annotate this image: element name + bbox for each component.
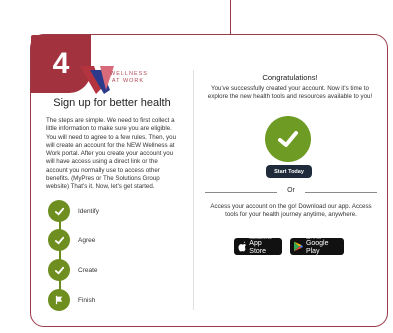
step-dot: [48, 289, 70, 311]
step-label: Create: [78, 266, 98, 274]
step-label: Agree: [78, 236, 96, 244]
congrats-title: Congratulations!: [262, 73, 318, 82]
step-dot: [48, 259, 70, 281]
step-label: Finish: [78, 296, 96, 304]
google-play-big-text: Google Play: [305, 240, 329, 256]
or-line-left: [205, 192, 277, 193]
app-store-big-text: App Store: [249, 240, 267, 256]
connector-line: [230, 0, 231, 38]
or-separator: Or: [205, 187, 377, 197]
google-play-button[interactable]: GET IT ON Google Play: [290, 236, 344, 256]
column-divider: [193, 70, 194, 310]
step-finish: Finish: [48, 289, 188, 311]
left-title: Sign up for better health: [53, 97, 171, 109]
flag-icon: [55, 295, 63, 305]
app-download-text: Access your account on the go! Download …: [210, 203, 372, 219]
start-today-button[interactable]: Start Today: [266, 165, 312, 178]
step-label: Identify: [78, 207, 99, 215]
step-create: Create: [48, 259, 188, 281]
step-number: 4: [52, 47, 70, 80]
check-icon: [278, 131, 298, 147]
google-play-icon: [294, 241, 303, 252]
congrats-message: You've successfully created your account…: [207, 85, 373, 101]
check-icon: [54, 236, 64, 245]
step-dot: [48, 200, 70, 222]
logo-wordmark: WELLNESS AT WORK: [110, 71, 148, 84]
app-store-button[interactable]: Download on the App Store: [234, 236, 282, 256]
or-line-right: [305, 192, 377, 193]
step-agree: Agree: [48, 229, 188, 251]
left-description: The steps are simple. We need to first c…: [46, 117, 177, 191]
step-identify: Identify: [48, 200, 188, 222]
or-text: Or: [287, 187, 295, 194]
step-dot: [48, 229, 70, 251]
steps-progress: Identify Agree Create Finish: [48, 200, 188, 311]
check-icon: [54, 207, 64, 216]
apple-icon: [238, 241, 247, 252]
success-badge: [265, 116, 311, 162]
check-icon: [54, 266, 64, 275]
